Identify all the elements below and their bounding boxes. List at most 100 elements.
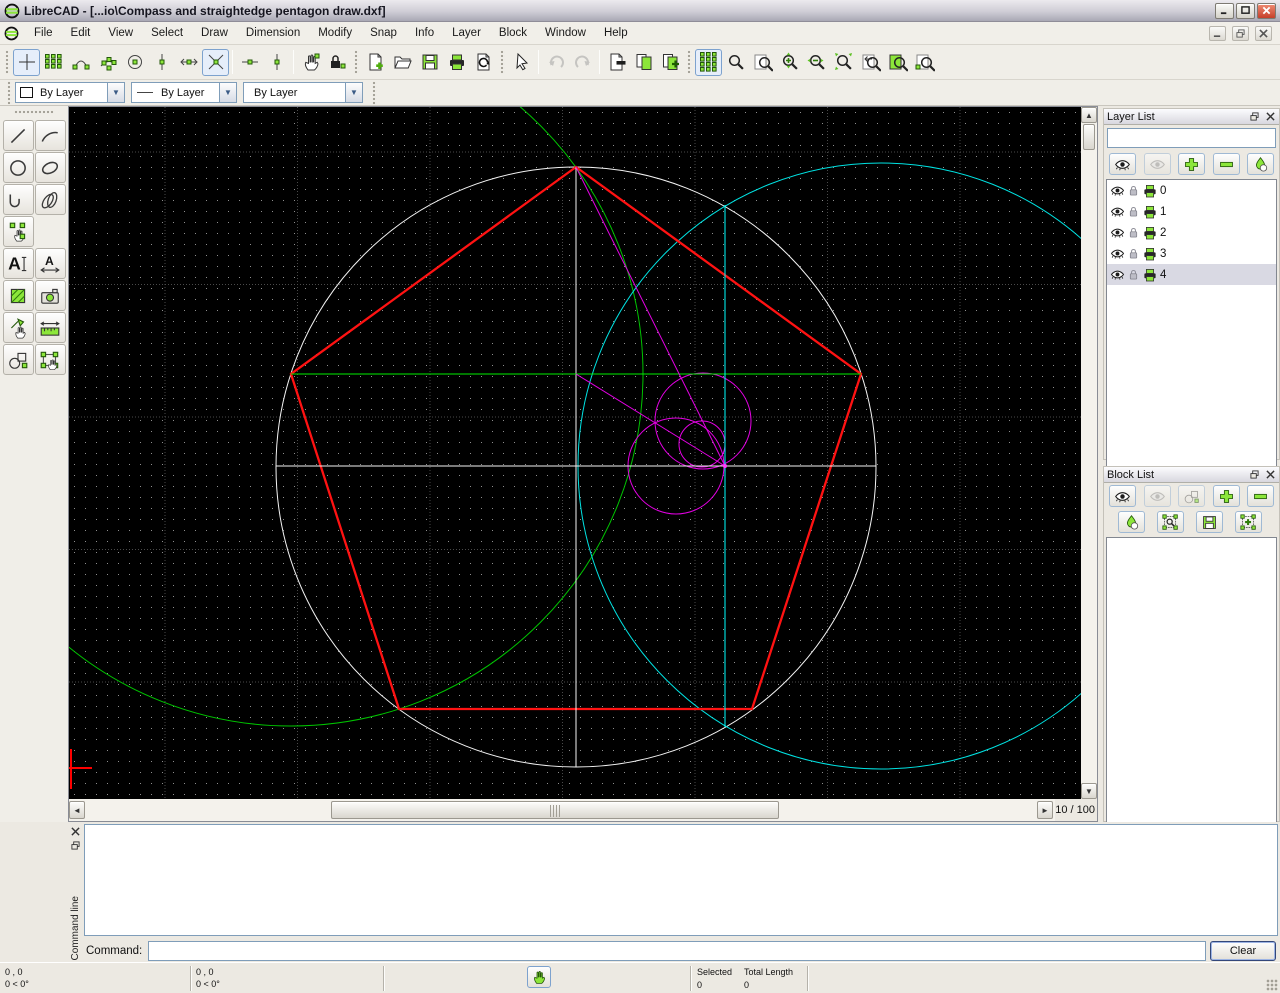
- hatch-tool-button[interactable]: [3, 280, 34, 311]
- cut-button[interactable]: [603, 49, 630, 76]
- zoom-page-button[interactable]: [749, 49, 776, 76]
- measure-tool-button[interactable]: [35, 312, 66, 343]
- grid-toggle-button[interactable]: [695, 49, 722, 76]
- command-dock-handle[interactable]: Command line: [68, 822, 83, 962]
- redo-button[interactable]: [569, 49, 596, 76]
- layer-lock-icon[interactable]: [1127, 226, 1140, 239]
- layer-lock-icon[interactable]: [1127, 205, 1140, 218]
- toolbar-grip[interactable]: [7, 81, 12, 105]
- mdi-close-button[interactable]: [1255, 26, 1272, 41]
- toolbar-grip[interactable]: [354, 50, 359, 74]
- layer-row-1[interactable]: 1: [1107, 201, 1276, 222]
- zoom-previous-button[interactable]: [857, 49, 884, 76]
- print-button[interactable]: [443, 49, 470, 76]
- rename-block-button[interactable]: [1247, 485, 1274, 507]
- menu-select[interactable]: Select: [142, 24, 192, 42]
- block-list-titlebar[interactable]: Block List: [1104, 467, 1279, 483]
- zoom-in-button[interactable]: [776, 49, 803, 76]
- add-layer-button[interactable]: [1178, 153, 1205, 175]
- menu-file[interactable]: File: [25, 24, 62, 42]
- zoom-pan-button[interactable]: [911, 49, 938, 76]
- window-close-button[interactable]: [1257, 3, 1276, 19]
- layer-print-icon[interactable]: [1142, 183, 1158, 199]
- horizontal-scrollbar[interactable]: ◄ ►: [69, 799, 1055, 821]
- remove-block-button[interactable]: [1213, 485, 1240, 507]
- toolbar-grip[interactable]: [372, 81, 377, 105]
- chevron-down-icon[interactable]: ▼: [345, 83, 362, 102]
- layer-row-2[interactable]: 2: [1107, 222, 1276, 243]
- mdi-minimize-button[interactable]: [1209, 26, 1226, 41]
- layer-row-0[interactable]: 0: [1107, 180, 1276, 201]
- drawing-canvas[interactable]: [69, 107, 1081, 799]
- layer-visible-icon[interactable]: [1110, 183, 1125, 198]
- construction-point[interactable]: [723, 464, 727, 468]
- edit-layer-attributes-button[interactable]: [1247, 153, 1274, 175]
- vertical-scroll-thumb[interactable]: [1083, 124, 1095, 150]
- toolbar-grip[interactable]: [5, 50, 10, 74]
- remove-layer-button[interactable]: [1213, 153, 1240, 175]
- menu-window[interactable]: Window: [536, 24, 595, 42]
- edit-block-attributes-button[interactable]: [1118, 511, 1145, 533]
- layer-row-3[interactable]: 3: [1107, 243, 1276, 264]
- modify-tool-button[interactable]: [3, 312, 34, 343]
- command-input[interactable]: [148, 941, 1206, 961]
- window-minimize-button[interactable]: [1215, 3, 1234, 19]
- layer-print-icon[interactable]: [1142, 267, 1158, 283]
- menu-help[interactable]: Help: [595, 24, 637, 42]
- close-dock-icon[interactable]: [1264, 469, 1276, 481]
- color-select[interactable]: By Layer ▼: [15, 82, 125, 103]
- zoom-entity-button[interactable]: [884, 49, 911, 76]
- width-select[interactable]: By Layer ▼: [243, 82, 363, 103]
- layer-visible-icon[interactable]: [1110, 267, 1125, 282]
- scroll-right-button[interactable]: ►: [1037, 801, 1053, 819]
- menu-block[interactable]: Block: [490, 24, 536, 42]
- save-block-button[interactable]: [1196, 511, 1223, 533]
- print-preview-button[interactable]: [470, 49, 497, 76]
- line-tool-button[interactable]: [3, 120, 34, 151]
- point-tool-button[interactable]: [3, 216, 34, 247]
- edit-block-button[interactable]: [1157, 511, 1184, 533]
- restrict-horizontal-button[interactable]: [236, 49, 263, 76]
- snap-grid-button[interactable]: [40, 49, 67, 76]
- insert-block-button[interactable]: [1235, 511, 1262, 533]
- window-maximize-button[interactable]: [1236, 3, 1255, 19]
- hide-all-blocks-button[interactable]: [1144, 485, 1171, 507]
- action-status-button[interactable]: [527, 966, 551, 988]
- open-file-button[interactable]: [389, 49, 416, 76]
- polyline-tool-button[interactable]: [3, 184, 34, 215]
- layer-visible-icon[interactable]: [1110, 246, 1125, 261]
- menu-snap[interactable]: Snap: [361, 24, 406, 42]
- restrict-vertical-button[interactable]: [263, 49, 290, 76]
- scroll-down-button[interactable]: ▼: [1081, 783, 1097, 799]
- menu-modify[interactable]: Modify: [309, 24, 361, 42]
- image-tool-button[interactable]: [35, 280, 66, 311]
- menu-layer[interactable]: Layer: [443, 24, 490, 42]
- select-pointer-button[interactable]: [508, 49, 535, 76]
- mdi-restore-button[interactable]: [1232, 26, 1249, 41]
- add-block-button[interactable]: [1178, 485, 1205, 507]
- zoom-out-button[interactable]: [803, 49, 830, 76]
- float-dock-icon[interactable]: [1248, 111, 1260, 123]
- scroll-up-button[interactable]: ▲: [1081, 107, 1097, 123]
- menu-edit[interactable]: Edit: [62, 24, 100, 42]
- lock-relative-zero-button[interactable]: [324, 49, 351, 76]
- save-file-button[interactable]: [416, 49, 443, 76]
- snap-on-entity-button[interactable]: [94, 49, 121, 76]
- menu-view[interactable]: View: [99, 24, 142, 42]
- show-all-blocks-button[interactable]: [1109, 485, 1136, 507]
- snap-middle-button[interactable]: [148, 49, 175, 76]
- snap-endpoint-button[interactable]: [67, 49, 94, 76]
- layer-visible-icon[interactable]: [1110, 204, 1125, 219]
- float-dock-icon[interactable]: [70, 839, 82, 851]
- spline-tool-button[interactable]: [35, 184, 66, 215]
- paste-button[interactable]: [657, 49, 684, 76]
- toolbar-grip[interactable]: [687, 50, 692, 74]
- snap-free-button[interactable]: [13, 49, 40, 76]
- arc-tool-button[interactable]: [35, 120, 66, 151]
- menu-dimension[interactable]: Dimension: [237, 24, 309, 42]
- menu-info[interactable]: Info: [406, 24, 443, 42]
- snap-distance-button[interactable]: [175, 49, 202, 76]
- layer-print-icon[interactable]: [1142, 225, 1158, 241]
- snap-intersection-button[interactable]: [202, 49, 229, 76]
- layer-row-4[interactable]: 4: [1107, 264, 1276, 285]
